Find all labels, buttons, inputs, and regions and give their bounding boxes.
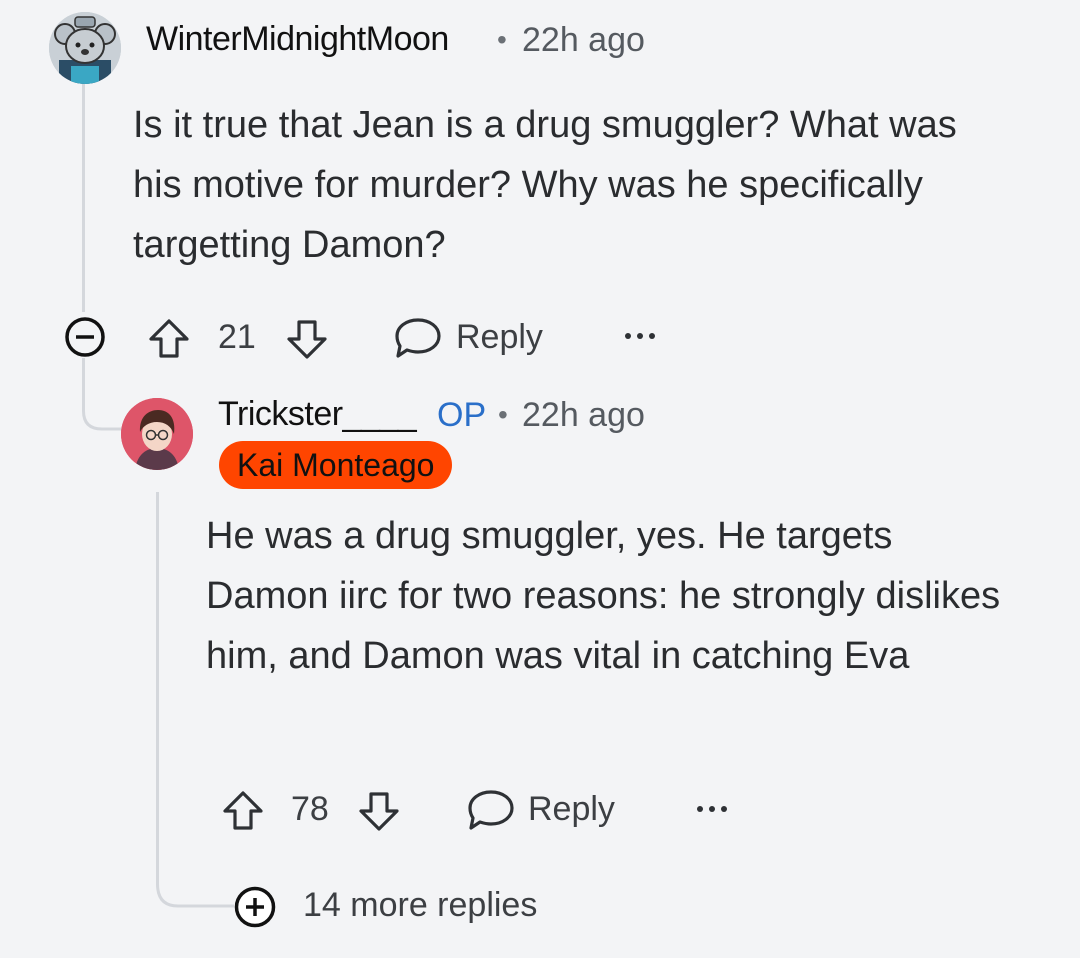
timestamp: 22h ago [522,396,645,434]
upvote-icon[interactable] [220,788,266,834]
meta-separator: • [498,399,508,430]
reply-button[interactable]: Reply [528,790,615,829]
thread-branch-curve [82,395,124,431]
thread-line-main [82,84,85,312]
reply-button[interactable]: Reply [456,318,543,357]
op-badge: OP [437,396,487,434]
comment-body: Is it true that Jean is a drug smuggler?… [133,104,957,266]
avatar[interactable] [49,12,121,84]
meta-separator: • [497,24,507,55]
collapse-icon[interactable] [64,316,106,358]
avatar[interactable] [121,398,193,470]
more-options-icon[interactable] [622,330,658,342]
vote-count: 78 [291,790,329,828]
thread-line-reply [156,492,159,870]
reply-icon[interactable] [393,315,443,361]
koala-avatar-icon [49,12,121,84]
timestamp: 22h ago [522,21,645,59]
anime-character-avatar-icon [121,398,193,470]
upvote-icon[interactable] [146,316,192,362]
downvote-icon[interactable] [356,788,402,834]
vote-count: 21 [218,318,256,356]
more-replies-link[interactable]: 14 more replies [303,886,537,925]
thread-more-curve [156,860,234,908]
username[interactable]: WinterMidnightMoon [146,20,449,59]
username[interactable]: Trickster____ [218,395,417,434]
reply-icon[interactable] [466,787,516,833]
expand-icon[interactable] [233,885,277,929]
more-options-icon[interactable] [694,803,730,815]
downvote-icon[interactable] [284,316,330,362]
user-flair: Kai Monteago [219,441,453,489]
comment-body: He was a drug smuggler, yes. He targets … [206,515,1001,677]
